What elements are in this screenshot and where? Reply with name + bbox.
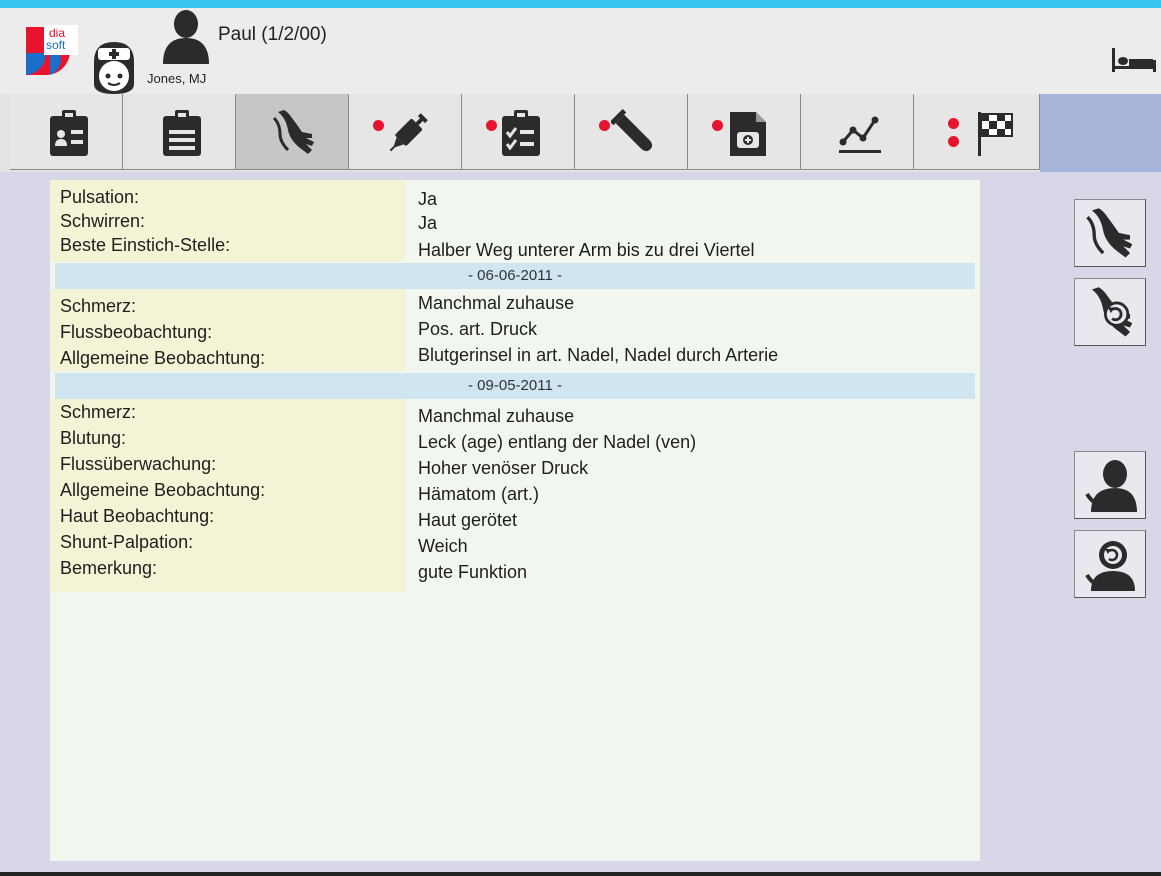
- field-value: Manchmal zuhause: [418, 293, 575, 313]
- tab-checklist[interactable]: [462, 94, 575, 170]
- patient-name: Paul (1/2/00): [218, 24, 327, 45]
- field-value: Pos. art. Druck: [418, 319, 538, 339]
- shunt-details-panel: Pulsation: Ja Schwirren: Ja Beste Einsti…: [50, 180, 980, 861]
- field-label: Pulsation:: [60, 187, 140, 207]
- test-tube-icon: [611, 108, 653, 152]
- field-label: Schmerz:: [60, 296, 137, 316]
- alert-dot: [712, 120, 723, 131]
- field-value: Leck (age) entlang der Nadel (ven): [418, 432, 697, 452]
- alert-dot: [948, 136, 959, 147]
- svg-text:soft: soft: [46, 38, 66, 52]
- field-value: Manchmal zuhause: [418, 406, 575, 426]
- medical-document-icon: [730, 112, 766, 156]
- field-value: Blutgerinsel in art. Nadel, Nadel durch …: [418, 345, 779, 365]
- field-label: Shunt-Palpation:: [60, 532, 194, 552]
- alert-dot: [373, 120, 384, 131]
- field-label: Blutung:: [60, 428, 127, 448]
- field-value: Weich: [418, 536, 468, 556]
- tab-trend[interactable]: [801, 94, 914, 170]
- top-accent-strip: [0, 0, 1161, 8]
- tab-lab[interactable]: [575, 94, 688, 170]
- tab-bar-filler: [1040, 94, 1161, 172]
- field-value: Ja: [418, 189, 438, 209]
- checkered-flag-icon: [978, 112, 1013, 156]
- patient-history-button[interactable]: [1074, 530, 1146, 598]
- arm-shunt-icon: [1086, 208, 1133, 258]
- line-chart-icon: [839, 116, 881, 153]
- field-label: Haut Beobachtung:: [60, 506, 215, 526]
- field-label: Flussüberwachung:: [60, 454, 217, 474]
- clipboard-list-icon: [163, 110, 201, 156]
- tab-patient-record[interactable]: [10, 94, 123, 170]
- patient-shunt-icon: [1085, 460, 1137, 512]
- field-label: Flussbeobachtung:: [60, 322, 213, 342]
- tab-injection[interactable]: [349, 94, 462, 170]
- nurse-icon: [94, 42, 134, 94]
- patient-view-button[interactable]: [1074, 451, 1146, 519]
- field-value: Ja: [418, 213, 438, 233]
- date-separator: - 06-06-2011 -: [55, 263, 975, 289]
- field-label: Schwirren:: [60, 211, 146, 231]
- patient-history-icon: [1085, 541, 1135, 591]
- checklist-icon: [502, 110, 540, 156]
- patient-header: dia soft Paul (1/2/00) Jones, MJ: [0, 8, 1161, 94]
- tab-document[interactable]: [688, 94, 801, 170]
- tab-finish[interactable]: [914, 94, 1040, 170]
- arm-shunt-history-icon: [1091, 287, 1133, 337]
- clipboard-person-icon: [50, 110, 88, 156]
- field-label: Schmerz:: [60, 402, 137, 422]
- field-value: Hoher venöser Druck: [418, 458, 589, 478]
- field-label: Allgemeine Beobachtung:: [60, 480, 266, 500]
- arm-shunt-icon: [272, 110, 314, 154]
- bed-icon[interactable]: [1110, 46, 1158, 74]
- field-value: Hämatom (art.): [418, 484, 540, 504]
- alert-dot: [599, 120, 610, 131]
- tab-clipboard[interactable]: [123, 94, 236, 170]
- syringe-icon: [389, 113, 428, 152]
- entry-date: - 09-05-2011 -: [468, 377, 562, 394]
- shunt-history-button[interactable]: [1074, 278, 1146, 346]
- field-label: Beste Einstich-Stelle:: [60, 235, 231, 255]
- patient-avatar-icon: [163, 10, 209, 64]
- field-label: Bemerkung:: [60, 558, 158, 578]
- field-value: Haut gerötet: [418, 510, 518, 530]
- alert-dot: [948, 118, 959, 129]
- diasoft-logo: dia soft: [26, 25, 78, 75]
- tab-bar: [0, 94, 1161, 172]
- date-separator: - 09-05-2011 -: [55, 373, 975, 399]
- entry-date: - 06-06-2011 -: [468, 267, 562, 284]
- field-label: Allgemeine Beobachtung:: [60, 348, 266, 368]
- tab-shunt[interactable]: [236, 94, 349, 170]
- shunt-view-button[interactable]: [1074, 199, 1146, 267]
- alert-dot: [486, 120, 497, 131]
- staff-name: Jones, MJ: [147, 71, 207, 86]
- bottom-border: [0, 872, 1161, 876]
- field-value: Halber Weg unterer Arm bis zu drei Viert…: [418, 240, 755, 260]
- field-value: gute Funktion: [418, 562, 528, 582]
